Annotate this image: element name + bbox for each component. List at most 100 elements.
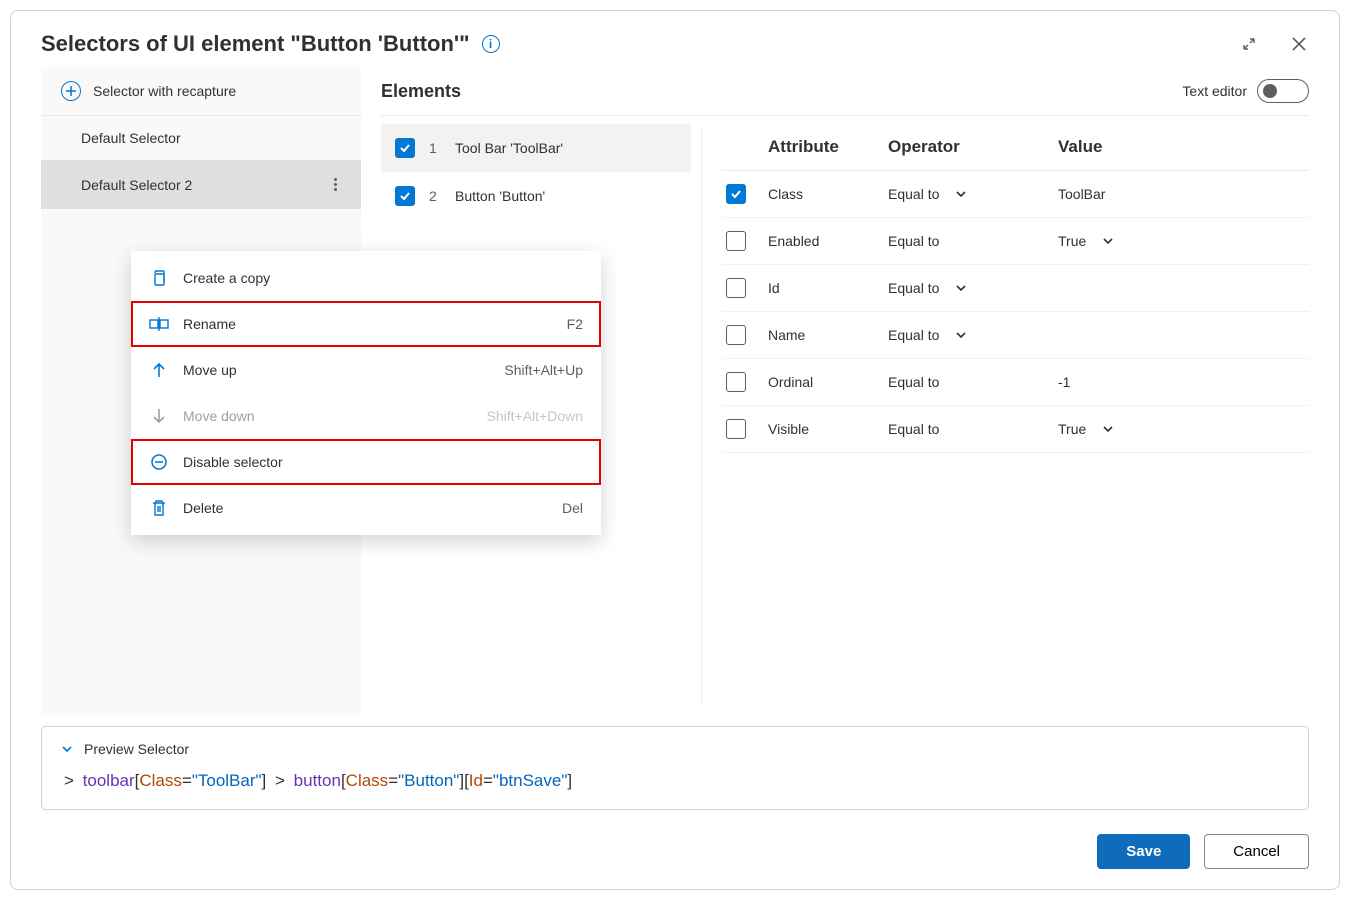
close-icon[interactable] (1289, 34, 1309, 54)
attr-name: Id (768, 280, 878, 296)
ctx-label: Move down (183, 408, 255, 424)
attr-operator[interactable]: Equal to (888, 280, 1048, 296)
chevron-down-icon (955, 282, 967, 294)
ctx-delete[interactable]: Delete Del (131, 485, 601, 531)
attr-row: Ordinal Equal to -1 (722, 359, 1309, 406)
attr-checkbox[interactable] (726, 184, 746, 204)
preview-label: Preview Selector (84, 741, 189, 757)
element-checkbox[interactable] (395, 138, 415, 158)
element-index: 2 (429, 188, 441, 204)
ctx-label: Create a copy (183, 270, 270, 286)
selectors-dialog: Selectors of UI element "Button 'Button'… (10, 10, 1340, 890)
attr-checkbox[interactable] (726, 372, 746, 392)
col-value: Value (1058, 137, 1305, 157)
button-row: Save Cancel (41, 834, 1309, 869)
attr-checkbox[interactable] (726, 419, 746, 439)
ctx-disable[interactable]: Disable selector (131, 439, 601, 485)
text-editor-toggle[interactable] (1257, 79, 1309, 103)
attr-name: Visible (768, 421, 878, 437)
cancel-button[interactable]: Cancel (1204, 834, 1309, 869)
more-icon[interactable] (330, 174, 341, 195)
attr-value[interactable]: True (1058, 421, 1305, 437)
delete-icon (149, 498, 169, 518)
selector-item[interactable]: Default Selector (41, 116, 361, 160)
col-operator: Operator (888, 137, 1048, 157)
elements-title: Elements (381, 81, 461, 102)
down-icon (149, 406, 169, 426)
attr-name: Class (768, 186, 878, 202)
attr-checkbox[interactable] (726, 325, 746, 345)
attr-operator[interactable]: Equal to (888, 186, 1048, 202)
element-checkbox[interactable] (395, 186, 415, 206)
element-index: 1 (429, 140, 441, 156)
attr-row: Id Equal to (722, 265, 1309, 312)
dialog-header: Selectors of UI element "Button 'Button'… (11, 11, 1339, 67)
text-editor-toggle-group: Text editor (1182, 79, 1309, 103)
attr-row: Enabled Equal to True (722, 218, 1309, 265)
add-selector-button[interactable]: Selector with recapture (41, 67, 361, 116)
ctx-label: Move up (183, 362, 237, 378)
vertical-divider (701, 126, 702, 706)
ctx-down: Move down Shift+Alt+Down (131, 393, 601, 439)
attr-operator[interactable]: Equal to (888, 327, 1048, 343)
text-editor-label: Text editor (1182, 83, 1247, 99)
preview-code: > toolbar[Class="ToolBar"] > button[Clas… (60, 771, 1290, 791)
add-selector-label: Selector with recapture (93, 83, 236, 99)
main-header: Elements Text editor (381, 67, 1309, 116)
preview-selector-box: Preview Selector > toolbar[Class="ToolBa… (41, 726, 1309, 810)
attr-row: Name Equal to (722, 312, 1309, 359)
selector-context-menu: Create a copy Rename F2 Move up Shift+Alt+Up… (131, 251, 601, 535)
chevron-down-icon (955, 188, 967, 200)
element-row[interactable]: 2 Button 'Button' (381, 172, 691, 220)
attr-checkbox[interactable] (726, 231, 746, 251)
header-actions (1239, 34, 1309, 54)
attr-operator[interactable]: Equal to (888, 233, 1048, 249)
selector-item-label: Default Selector 2 (81, 177, 192, 193)
attr-name: Name (768, 327, 878, 343)
attr-value[interactable]: ToolBar (1058, 186, 1305, 202)
copy-icon (149, 268, 169, 288)
attr-name: Ordinal (768, 374, 878, 390)
attr-checkbox[interactable] (726, 278, 746, 298)
ctx-rename[interactable]: Rename F2 (131, 301, 601, 347)
disable-icon (149, 452, 169, 472)
attr-operator[interactable]: Equal to (888, 421, 1048, 437)
save-button[interactable]: Save (1097, 834, 1190, 869)
col-attribute: Attribute (768, 137, 878, 157)
chevron-down-icon (1102, 423, 1114, 435)
ctx-shortcut: Shift+Alt+Down (487, 408, 584, 424)
element-row[interactable]: 1 Tool Bar 'ToolBar' (381, 124, 691, 172)
ctx-up[interactable]: Move up Shift+Alt+Up (131, 347, 601, 393)
dialog-title: Selectors of UI element "Button 'Button'… (41, 31, 470, 57)
element-label: Tool Bar 'ToolBar' (455, 140, 563, 156)
expand-icon[interactable] (1239, 34, 1259, 54)
up-icon (149, 360, 169, 380)
attr-header: Attribute Operator Value (722, 124, 1309, 171)
attr-operator[interactable]: Equal to (888, 374, 1048, 390)
element-label: Button 'Button' (455, 188, 545, 204)
ctx-shortcut: Del (562, 500, 583, 516)
info-icon[interactable]: i (482, 35, 500, 53)
dialog-footer: Preview Selector > toolbar[Class="ToolBa… (11, 716, 1339, 889)
ctx-label: Rename (183, 316, 236, 332)
selector-item[interactable]: Default Selector 2 (41, 160, 361, 209)
selector-item-label: Default Selector (81, 130, 181, 146)
ctx-label: Disable selector (183, 454, 283, 470)
rename-icon (149, 314, 169, 334)
attr-name: Enabled (768, 233, 878, 249)
chevron-down-icon (60, 742, 74, 756)
toggle-knob (1263, 84, 1277, 98)
preview-toggle[interactable]: Preview Selector (60, 741, 1290, 757)
attr-row: Class Equal to ToolBar (722, 171, 1309, 218)
chevron-down-icon (955, 329, 967, 341)
ctx-copy[interactable]: Create a copy (131, 255, 601, 301)
ctx-label: Delete (183, 500, 223, 516)
ctx-shortcut: F2 (567, 316, 583, 332)
ctx-shortcut: Shift+Alt+Up (504, 362, 583, 378)
attribute-panel: Attribute Operator Value Class Equal to To… (722, 116, 1309, 716)
attr-value[interactable]: True (1058, 233, 1305, 249)
attr-value[interactable]: -1 (1058, 374, 1305, 390)
chevron-down-icon (1102, 235, 1114, 247)
attr-row: Visible Equal to True (722, 406, 1309, 453)
plus-icon (61, 81, 81, 101)
